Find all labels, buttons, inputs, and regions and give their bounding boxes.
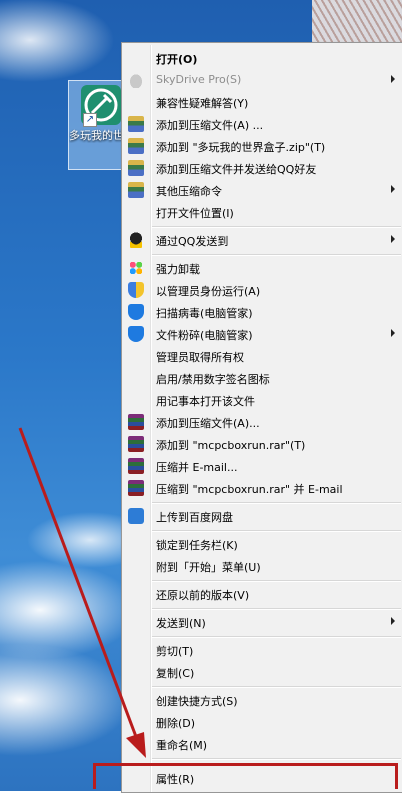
desktop-shortcut-icon[interactable]: ↗ 多玩我的世界盒子	[68, 80, 128, 170]
menu-item-label: 剪切(T)	[156, 645, 194, 658]
qq-icon	[128, 232, 144, 248]
menu-item-file-shred[interactable]: 文件粉碎(电脑管家)	[122, 323, 402, 345]
menu-item-label: 删除(D)	[156, 717, 196, 730]
menu-item-label: 附到「开始」菜单(U)	[156, 561, 261, 574]
menu-item-label: 强力卸载	[156, 263, 200, 276]
menu-item-take-ownership[interactable]: 管理员取得所有权	[122, 345, 402, 367]
menu-item-label: 打开(O)	[156, 53, 198, 66]
menu-item-copy[interactable]: 复制(C)	[122, 661, 402, 683]
menu-item-label: 通过QQ发送到	[156, 235, 229, 248]
menu-item-pin-start[interactable]: 附到「开始」菜单(U)	[122, 555, 402, 577]
baidu-cloud-icon	[128, 508, 144, 524]
menu-separator	[152, 758, 401, 760]
menu-item-force-uninstall[interactable]: 强力卸载	[122, 257, 402, 279]
wallpaper-tower-image	[312, 0, 402, 45]
menu-item-label: 添加到 "多玩我的世界盒子.zip"(T)	[156, 141, 326, 154]
menu-item-add-and-send-qq[interactable]: 添加到压缩文件并发送给QQ好友	[122, 157, 402, 179]
menu-item-label: 用记事本打开该文件	[156, 395, 255, 408]
desktop-icon-label: 多玩我的世界盒子	[69, 129, 127, 142]
winrar-icon	[128, 414, 144, 430]
menu-item-winrar-email[interactable]: 压缩并 E-mail...	[122, 455, 402, 477]
menu-item-label: 上传到百度网盘	[156, 511, 233, 524]
menu-item-label: 扫描病毒(电脑管家)	[156, 307, 253, 320]
shield-icon	[128, 326, 144, 342]
winrar-icon	[128, 480, 144, 496]
menu-item-label: 其他压缩命令	[156, 185, 222, 198]
uac-shield-icon	[128, 282, 144, 298]
context-menu: 打开(O) SkyDrive Pro(S) 兼容性疑难解答(Y) 添加到压缩文件…	[121, 42, 402, 793]
annotation-highlight-box	[93, 763, 398, 789]
submenu-arrow-icon	[391, 185, 395, 193]
menu-item-open-file-location[interactable]: 打开文件位置(I)	[122, 201, 402, 223]
menu-item-label: 压缩并 E-mail...	[156, 461, 238, 474]
submenu-arrow-icon	[391, 329, 395, 337]
menu-item-label: 兼容性疑难解答(Y)	[156, 97, 249, 110]
menu-item-restore-versions[interactable]: 还原以前的版本(V)	[122, 583, 402, 605]
submenu-arrow-icon	[391, 235, 395, 243]
menu-item-send-to[interactable]: 发送到(N)	[122, 611, 402, 633]
menu-separator	[152, 254, 401, 256]
winrar-icon	[128, 458, 144, 474]
menu-item-rename[interactable]: 重命名(M)	[122, 733, 402, 755]
menu-item-open[interactable]: 打开(O)	[122, 47, 402, 69]
menu-item-delete[interactable]: 删除(D)	[122, 711, 402, 733]
menu-item-label: 添加到压缩文件(A)...	[156, 417, 260, 430]
menu-item-skydrive-pro[interactable]: SkyDrive Pro(S)	[122, 69, 402, 91]
menu-item-add-to-archive[interactable]: 添加到压缩文件(A) ...	[122, 113, 402, 135]
menu-item-create-shortcut[interactable]: 创建快捷方式(S)	[122, 689, 402, 711]
menu-item-label: SkyDrive Pro(S)	[156, 73, 242, 86]
archive-icon	[128, 160, 144, 176]
menu-item-toggle-signature-icon[interactable]: 启用/禁用数字签名图标	[122, 367, 402, 389]
menu-item-label: 打开文件位置(I)	[156, 207, 234, 220]
shield-icon	[128, 304, 144, 320]
menu-item-label: 复制(C)	[156, 667, 195, 680]
menu-separator	[152, 226, 401, 228]
menu-item-open-with-notepad[interactable]: 用记事本打开该文件	[122, 389, 402, 411]
submenu-arrow-icon	[391, 617, 395, 625]
menu-item-label: 创建快捷方式(S)	[156, 695, 238, 708]
archive-icon	[128, 182, 144, 198]
menu-item-winrar-add-named[interactable]: 添加到 "mcpcboxrun.rar"(T)	[122, 433, 402, 455]
menu-separator	[152, 580, 401, 582]
menu-item-pin-taskbar[interactable]: 锁定到任务栏(K)	[122, 533, 402, 555]
winrar-icon	[128, 436, 144, 452]
menu-item-run-as-admin[interactable]: 以管理员身份运行(A)	[122, 279, 402, 301]
menu-item-add-to-zip[interactable]: 添加到 "多玩我的世界盒子.zip"(T)	[122, 135, 402, 157]
archive-icon	[128, 138, 144, 154]
menu-item-label: 添加到 "mcpcboxrun.rar"(T)	[156, 439, 306, 452]
menu-item-label: 管理员取得所有权	[156, 351, 244, 364]
menu-separator	[152, 502, 401, 504]
menu-item-upload-baidu[interactable]: 上传到百度网盘	[122, 505, 402, 527]
menu-item-scan-virus[interactable]: 扫描病毒(电脑管家)	[122, 301, 402, 323]
shortcut-arrow-icon: ↗	[83, 113, 97, 127]
menu-separator	[152, 686, 401, 688]
menu-separator	[152, 636, 401, 638]
menu-item-label: 压缩到 "mcpcboxrun.rar" 并 E-mail	[156, 483, 343, 496]
menu-item-winrar-add[interactable]: 添加到压缩文件(A)...	[122, 411, 402, 433]
menu-separator	[152, 530, 401, 532]
menu-item-label: 启用/禁用数字签名图标	[156, 373, 270, 386]
submenu-arrow-icon	[391, 75, 395, 83]
archive-icon	[128, 116, 144, 132]
menu-item-label: 还原以前的版本(V)	[156, 589, 250, 602]
menu-item-label: 文件粉碎(电脑管家)	[156, 329, 253, 342]
flower-icon	[128, 260, 144, 276]
menu-item-label: 锁定到任务栏(K)	[156, 539, 238, 552]
menu-item-label: 添加到压缩文件(A) ...	[156, 119, 264, 132]
menu-separator	[152, 608, 401, 610]
menu-item-label: 以管理员身份运行(A)	[156, 285, 261, 298]
menu-item-other-compress[interactable]: 其他压缩命令	[122, 179, 402, 201]
menu-item-label: 重命名(M)	[156, 739, 208, 752]
menu-item-winrar-named-email[interactable]: 压缩到 "mcpcboxrun.rar" 并 E-mail	[122, 477, 402, 499]
menu-item-cut[interactable]: 剪切(T)	[122, 639, 402, 661]
menu-item-compat-troubleshoot[interactable]: 兼容性疑难解答(Y)	[122, 91, 402, 113]
menu-item-label: 发送到(N)	[156, 617, 206, 630]
menu-item-label: 添加到压缩文件并发送给QQ好友	[156, 163, 317, 176]
cloud-icon	[128, 72, 144, 88]
menu-item-send-via-qq[interactable]: 通过QQ发送到	[122, 229, 402, 251]
